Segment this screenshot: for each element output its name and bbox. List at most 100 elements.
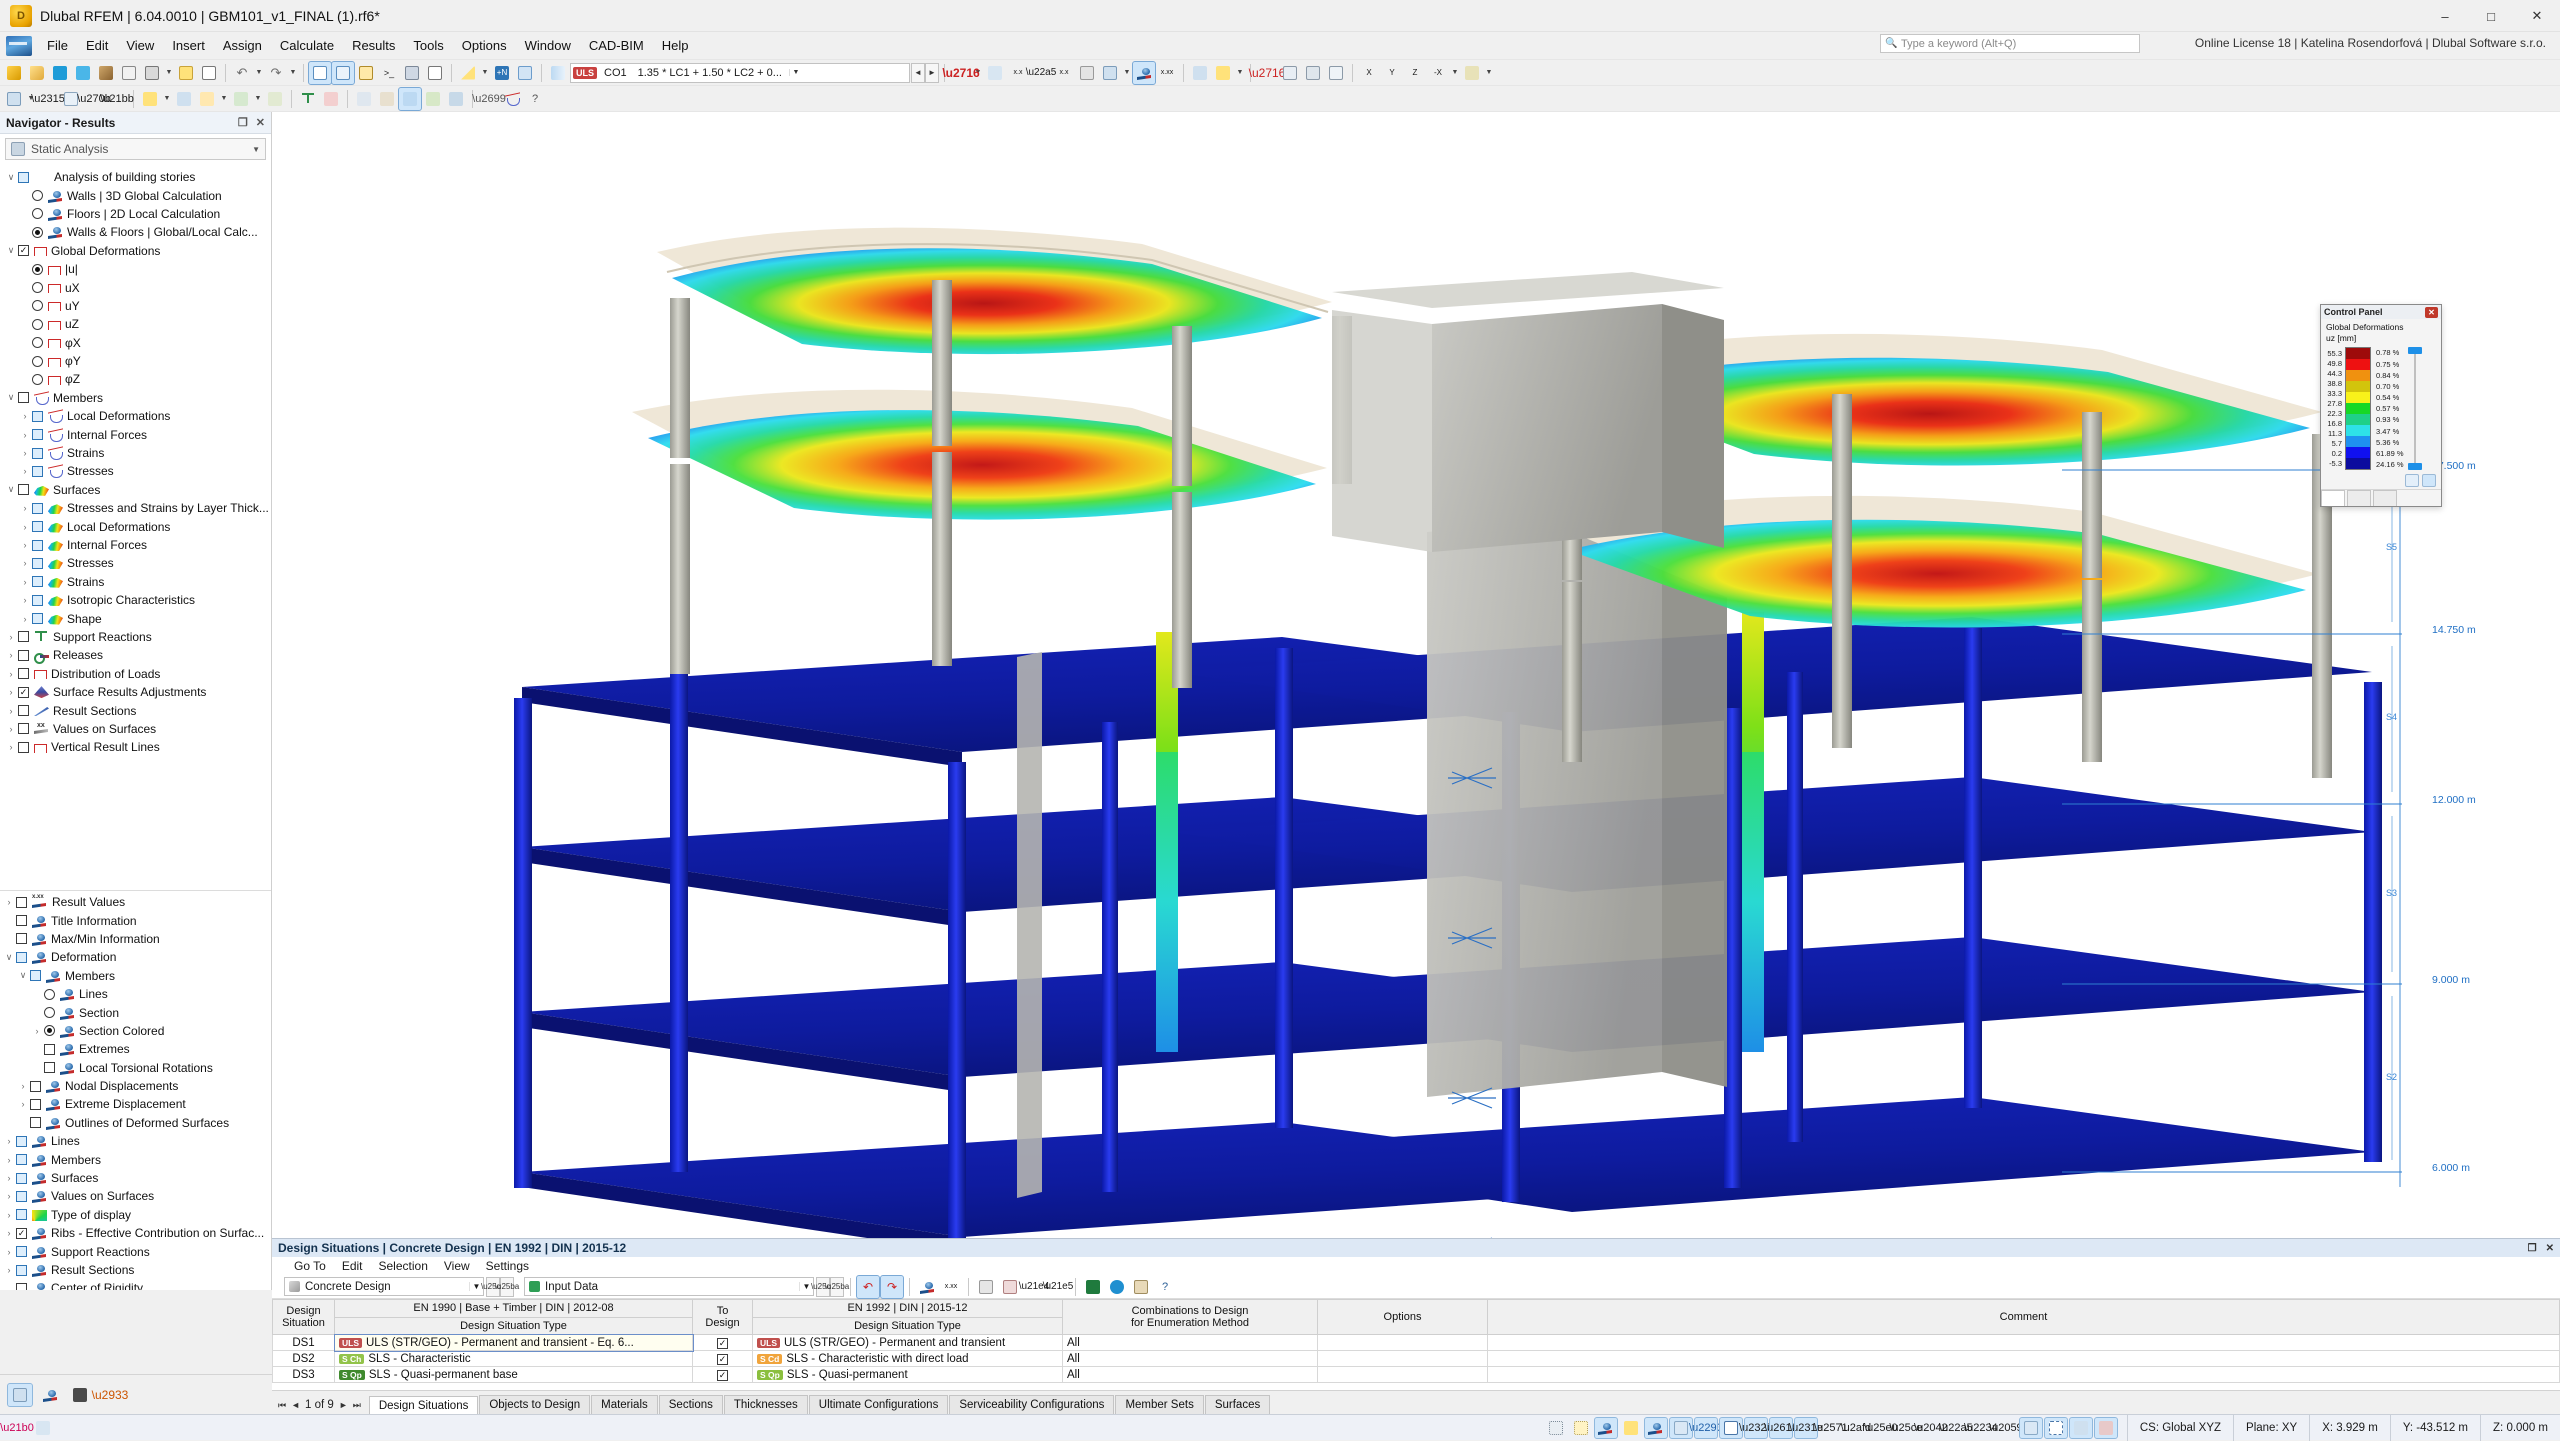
checkbox[interactable]: [16, 952, 27, 963]
navigator-close-button[interactable]: ✕: [256, 116, 265, 129]
checkbox[interactable]: [32, 503, 43, 514]
table-row[interactable]: DS3S QpSLS - Quasi-permanent base✓S QpSL…: [273, 1367, 2560, 1383]
table-menu-edit[interactable]: Edit: [334, 1258, 371, 1274]
tab-materials[interactable]: Materials: [591, 1395, 658, 1414]
module-next-button[interactable]: \u25ba: [500, 1277, 514, 1297]
cell-design-situation-id[interactable]: DS3: [273, 1367, 335, 1383]
checkbox[interactable]: [44, 1062, 55, 1073]
radio-button[interactable]: [32, 356, 43, 367]
tab-filter[interactable]: [2373, 490, 2397, 506]
expand-arrow-icon[interactable]: ›: [16, 1081, 30, 1091]
expand-arrow-icon[interactable]: ›: [18, 522, 32, 532]
col-combinations[interactable]: Combinations to Design for Enumeration M…: [1063, 1300, 1318, 1335]
material-icon[interactable]: [376, 88, 398, 110]
col-en1990-subtitle[interactable]: Design Situation Type: [335, 1317, 693, 1335]
help-circle-icon[interactable]: ?: [524, 88, 546, 110]
solid-view-icon[interactable]: [1302, 62, 1324, 84]
view-x-icon[interactable]: X: [1358, 62, 1380, 84]
tab-surfaces[interactable]: Surfaces: [1205, 1395, 1270, 1414]
redo-dropdown-icon[interactable]: ▼: [288, 62, 298, 84]
col-en1992-title[interactable]: EN 1992 | DIN | 2015-12: [753, 1300, 1063, 1318]
result-values-icon[interactable]: x.xx: [1156, 62, 1178, 84]
search-input[interactable]: Type a keyword (Alt+Q): [1880, 34, 2140, 53]
table-row[interactable]: DS1ULSULS (STR/GEO) - Permanent and tran…: [273, 1335, 2560, 1351]
collapse-arrow-icon[interactable]: ∨: [4, 172, 18, 183]
menu-item-window[interactable]: Window: [516, 34, 580, 57]
checkbox[interactable]: ✓: [717, 1370, 728, 1381]
grid-lines-icon[interactable]: [1570, 1418, 1592, 1438]
insert-row-icon[interactable]: [975, 1276, 997, 1298]
cell-en1992-type[interactable]: ULSULS (STR/GEO) - Permanent and transie…: [753, 1335, 1063, 1351]
checkbox[interactable]: [16, 933, 27, 944]
tree-item-values-on-surfaces[interactable]: ›Values on Surfaces: [0, 1187, 271, 1205]
pager-next-button[interactable]: ►: [339, 1400, 348, 1410]
radio-button[interactable]: [44, 989, 55, 1000]
legend-slider-top-handle[interactable]: [2408, 347, 2422, 354]
move-right-icon[interactable]: \u21e5: [1047, 1276, 1069, 1298]
new-model-icon[interactable]: [3, 62, 25, 84]
nearest-snap-icon[interactable]: \u2059: [1995, 1418, 2017, 1438]
tree-item-surfaces[interactable]: ∨Surfaces: [2, 481, 271, 499]
close-button[interactable]: ✕: [2514, 0, 2560, 32]
checkbox[interactable]: ✓: [18, 687, 29, 698]
save-all-icon[interactable]: [72, 62, 94, 84]
expand-arrow-icon[interactable]: ›: [2, 1155, 16, 1165]
checkbox[interactable]: [32, 540, 43, 551]
calculate-all-icon[interactable]: [445, 88, 467, 110]
checkbox[interactable]: [32, 613, 43, 624]
expand-arrow-icon[interactable]: ›: [2, 1173, 16, 1183]
checkbox[interactable]: [16, 1209, 27, 1220]
tree-item-result-sections[interactable]: ›Result Sections: [0, 1261, 271, 1279]
col-en1990-title[interactable]: EN 1990 | Base + Timber | DIN | 2012-08: [335, 1300, 693, 1318]
table-menu-view[interactable]: View: [436, 1258, 478, 1274]
tree-item-lines[interactable]: Lines: [0, 985, 271, 1003]
open-file-icon[interactable]: [26, 62, 48, 84]
print-dropdown-icon[interactable]: ▼: [164, 62, 174, 84]
tree-item-deformation[interactable]: ∨Deformation: [0, 948, 271, 966]
cell-comment[interactable]: [1488, 1351, 2560, 1367]
cell-en1990-type[interactable]: S ChSLS - Characteristic: [335, 1351, 693, 1367]
workplane-icon[interactable]: [32, 1418, 54, 1438]
load-combination-combo[interactable]: ULS CO1 1.35 * LC1 + 1.50 * LC2 + 0... ▼: [570, 63, 910, 83]
rendering-icon[interactable]: [2095, 1418, 2117, 1438]
tree-item-uy[interactable]: uY: [2, 297, 271, 315]
tree-item-local-deformations[interactable]: ›Local Deformations: [2, 517, 271, 535]
record-pager[interactable]: ⏮ ◄ 1 of 9 ► ⏭: [276, 1399, 369, 1414]
cell-combinations[interactable]: All: [1063, 1335, 1318, 1351]
expand-arrow-icon[interactable]: ›: [4, 669, 18, 679]
checkbox[interactable]: ✓: [717, 1338, 728, 1349]
grid-results-icon[interactable]: [1099, 62, 1121, 84]
expand-arrow-icon[interactable]: ›: [18, 614, 32, 624]
tree-item-uz[interactable]: uZ: [2, 315, 271, 333]
support-icon[interactable]: [297, 88, 319, 110]
help-table-icon[interactable]: ?: [1154, 1276, 1176, 1298]
tree-item-internal-forces[interactable]: ›Internal Forces: [2, 425, 271, 443]
result-table-icon[interactable]: [1212, 62, 1234, 84]
table-menu-selection[interactable]: Selection: [371, 1258, 436, 1274]
wireframe-icon[interactable]: [1279, 62, 1301, 84]
cell-options[interactable]: [1318, 1335, 1488, 1351]
tree-item-members[interactable]: ∨Members: [2, 389, 271, 407]
visibility-icon[interactable]: [38, 1384, 62, 1406]
undo-dropdown-icon[interactable]: ▼: [254, 62, 264, 84]
tab-color-scale[interactable]: [2321, 490, 2345, 506]
chevron-down-icon[interactable]: ▼: [252, 145, 260, 154]
radio-button[interactable]: [44, 1025, 55, 1036]
expand-arrow-icon[interactable]: ›: [18, 595, 32, 605]
tree-item-ribs-effective-contribution-on-surfac[interactable]: ›✓Ribs - Effective Contribution on Surfa…: [0, 1224, 271, 1242]
new-line-icon[interactable]: [173, 88, 195, 110]
table-panel-float-button[interactable]: ❐: [2528, 1243, 2537, 1254]
expand-arrow-icon[interactable]: ›: [4, 742, 18, 752]
menu-item-tools[interactable]: Tools: [404, 34, 452, 57]
data-view-combo[interactable]: Input Data ▼: [524, 1277, 814, 1296]
radio-button[interactable]: [32, 374, 43, 385]
analysis-type-combo[interactable]: Static Analysis ▼: [5, 138, 266, 160]
tree-item-local-deformations[interactable]: ›Local Deformations: [2, 407, 271, 425]
checkbox[interactable]: [16, 1265, 27, 1276]
checkbox[interactable]: ✓: [16, 1228, 27, 1239]
pager-first-button[interactable]: ⏮: [278, 1400, 286, 1411]
printout-icon[interactable]: [401, 62, 423, 84]
tab-design-situations[interactable]: Design Situations: [369, 1396, 479, 1415]
redo-table-icon[interactable]: ↷: [881, 1276, 903, 1298]
combination-prev-button[interactable]: ◄: [911, 63, 925, 83]
